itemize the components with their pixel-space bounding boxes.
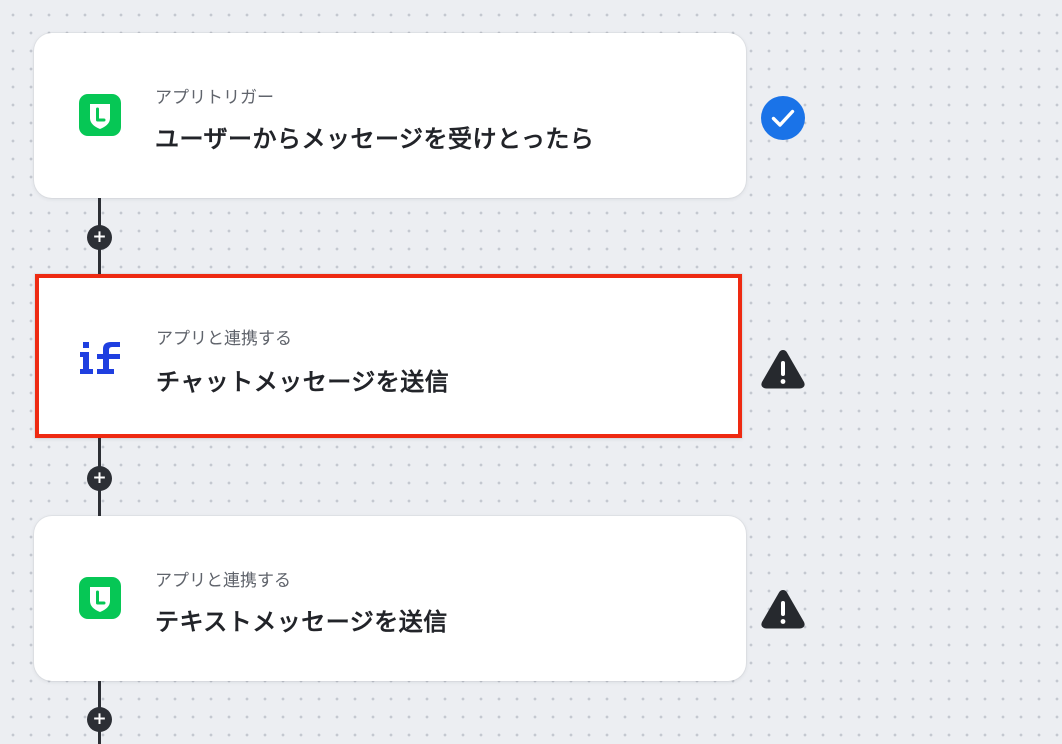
success-check-icon xyxy=(761,96,805,140)
step-title: ユーザーからメッセージを受けとったら xyxy=(155,125,595,153)
step-caption: アプリトリガー xyxy=(155,88,274,108)
flow-step-card[interactable]: アプリトリガー ユーザーからメッセージを受けとったら xyxy=(34,33,746,198)
step-title: テキストメッセージを送信 xyxy=(155,608,448,636)
if-logo-icon xyxy=(80,342,120,374)
step-caption: アプリと連携する xyxy=(155,571,291,591)
step-title: チャットメッセージを送信 xyxy=(156,368,450,396)
add-step-button[interactable]: + xyxy=(87,707,112,732)
step-caption: アプリと連携する xyxy=(156,329,292,349)
flow-step-card[interactable]: アプリと連携する チャットメッセージを送信 xyxy=(35,274,742,438)
add-step-button[interactable]: + xyxy=(87,466,112,491)
add-step-button[interactable]: + xyxy=(87,225,112,250)
line-icon xyxy=(79,94,121,136)
warning-icon xyxy=(761,590,805,629)
flow-step-card[interactable]: アプリと連携する テキストメッセージを送信 xyxy=(34,516,746,681)
line-icon xyxy=(79,577,121,619)
warning-icon xyxy=(761,350,805,389)
